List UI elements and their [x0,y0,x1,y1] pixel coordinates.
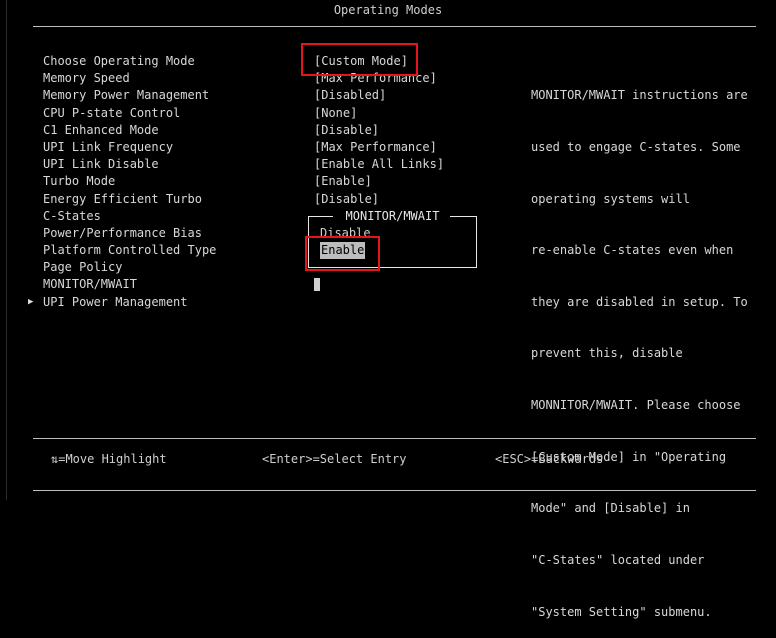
menu-item-c-states[interactable]: C-States [43,208,303,225]
help-line: MONITOR/MWAIT instructions are [531,88,748,103]
menu-item-label: UPI Link Disable [43,157,159,172]
screen-left-edge [6,0,7,500]
menu-item-choose-operating-mode[interactable]: Choose Operating Mode [43,53,303,70]
help-line: "System Setting" submenu. [531,604,712,619]
menu-item-label: Platform Controlled Type [43,243,217,258]
value-c1-enhanced-mode[interactable]: [Disable] [314,122,514,139]
menu-item-label: Memory Speed [43,71,130,86]
menu-item-label: MONITOR/MWAIT [43,277,137,292]
help-line: they are disabled in setup. To [531,294,748,309]
menu-item-label: CPU P-state Control [43,105,181,120]
help-line: re-enable C-states even when [531,243,734,258]
footer-move-hint: ⇅=Move Highlight [51,452,167,466]
value-upi-link-disable[interactable]: [Enable All Links] [314,156,514,173]
help-line: used to engage C-states. Some [531,140,741,155]
settings-menu: Choose Operating Mode Memory Speed Memor… [28,53,303,311]
footer-divider-top [33,438,756,439]
value-energy-efficient-turbo[interactable]: [Disable] [314,191,514,208]
menu-item-label: Page Policy [43,260,123,275]
menu-item-memory-power-management[interactable]: Memory Power Management [43,87,303,104]
menu-item-energy-efficient-turbo[interactable]: Energy Efficient Turbo [43,191,303,208]
footer-enter-hint: <Enter>=Select Entry [262,452,407,466]
help-line: prevent this, disable [531,346,683,361]
header-divider [33,26,756,27]
popup-title: MONITOR/MWAIT [345,209,440,223]
menu-item-turbo-mode[interactable]: Turbo Mode [43,173,303,190]
menu-item-power-performance-bias[interactable]: Power/Performance Bias [43,225,303,242]
help-line: operating systems will [531,191,690,206]
triangle-right-icon: ▶ [28,296,34,307]
page-title: Operating Modes [333,3,443,17]
menu-item-label: Memory Power Management [43,88,210,103]
footer-esc-hint: <ESC>=Backwards [495,452,604,466]
menu-item-label: Energy Efficient Turbo [43,191,202,206]
help-line: "C-States" located under [531,552,705,567]
menu-item-monitor-mwait[interactable]: MONITOR/MWAIT [43,276,303,293]
menu-item-platform-controlled-type[interactable]: Platform Controlled Type [43,242,303,259]
value-upi-link-frequency[interactable]: [Max Performance] [314,139,514,156]
menu-item-label: UPI Link Frequency [43,139,174,154]
value-turbo-mode[interactable]: [Enable] [314,173,514,190]
help-panel: MONITOR/MWAIT instructions are used to e… [531,53,759,638]
highlight-box-custom-mode [301,43,418,76]
menu-item-upi-link-frequency[interactable]: UPI Link Frequency [43,139,303,156]
menu-item-label: C1 Enhanced Mode [43,122,159,137]
menu-item-memory-speed[interactable]: Memory Speed [43,70,303,87]
menu-item-label: Turbo Mode [43,174,116,189]
menu-item-upi-power-management[interactable]: ▶ UPI Power Management [28,294,303,311]
footer-divider-bottom [33,490,756,491]
highlight-box-enable [305,236,380,271]
value-cpu-p-state-control[interactable]: [None] [314,105,514,122]
text-cursor [314,278,320,292]
footer-bar: ⇅=Move Highlight <Enter>=Select Entry <E… [0,450,776,468]
help-line: MONNITOR/MWAIT. Please choose [531,398,741,413]
menu-item-label: UPI Power Management [43,294,188,309]
menu-item-page-policy[interactable]: Page Policy [43,259,303,276]
menu-item-cpu-p-state-control[interactable]: CPU P-state Control [43,105,303,122]
value-monitor-mwait[interactable] [314,276,514,293]
menu-item-label: Choose Operating Mode [43,54,195,68]
menu-item-upi-link-disable[interactable]: UPI Link Disable [43,156,303,173]
help-line: Mode" and [Disable] in [531,501,690,516]
menu-item-label: C-States [43,208,101,223]
menu-item-c1-enhanced-mode[interactable]: C1 Enhanced Mode [43,122,303,139]
menu-item-label: Power/Performance Bias [43,225,202,240]
value-memory-power-management[interactable]: [Disabled] [314,87,514,104]
